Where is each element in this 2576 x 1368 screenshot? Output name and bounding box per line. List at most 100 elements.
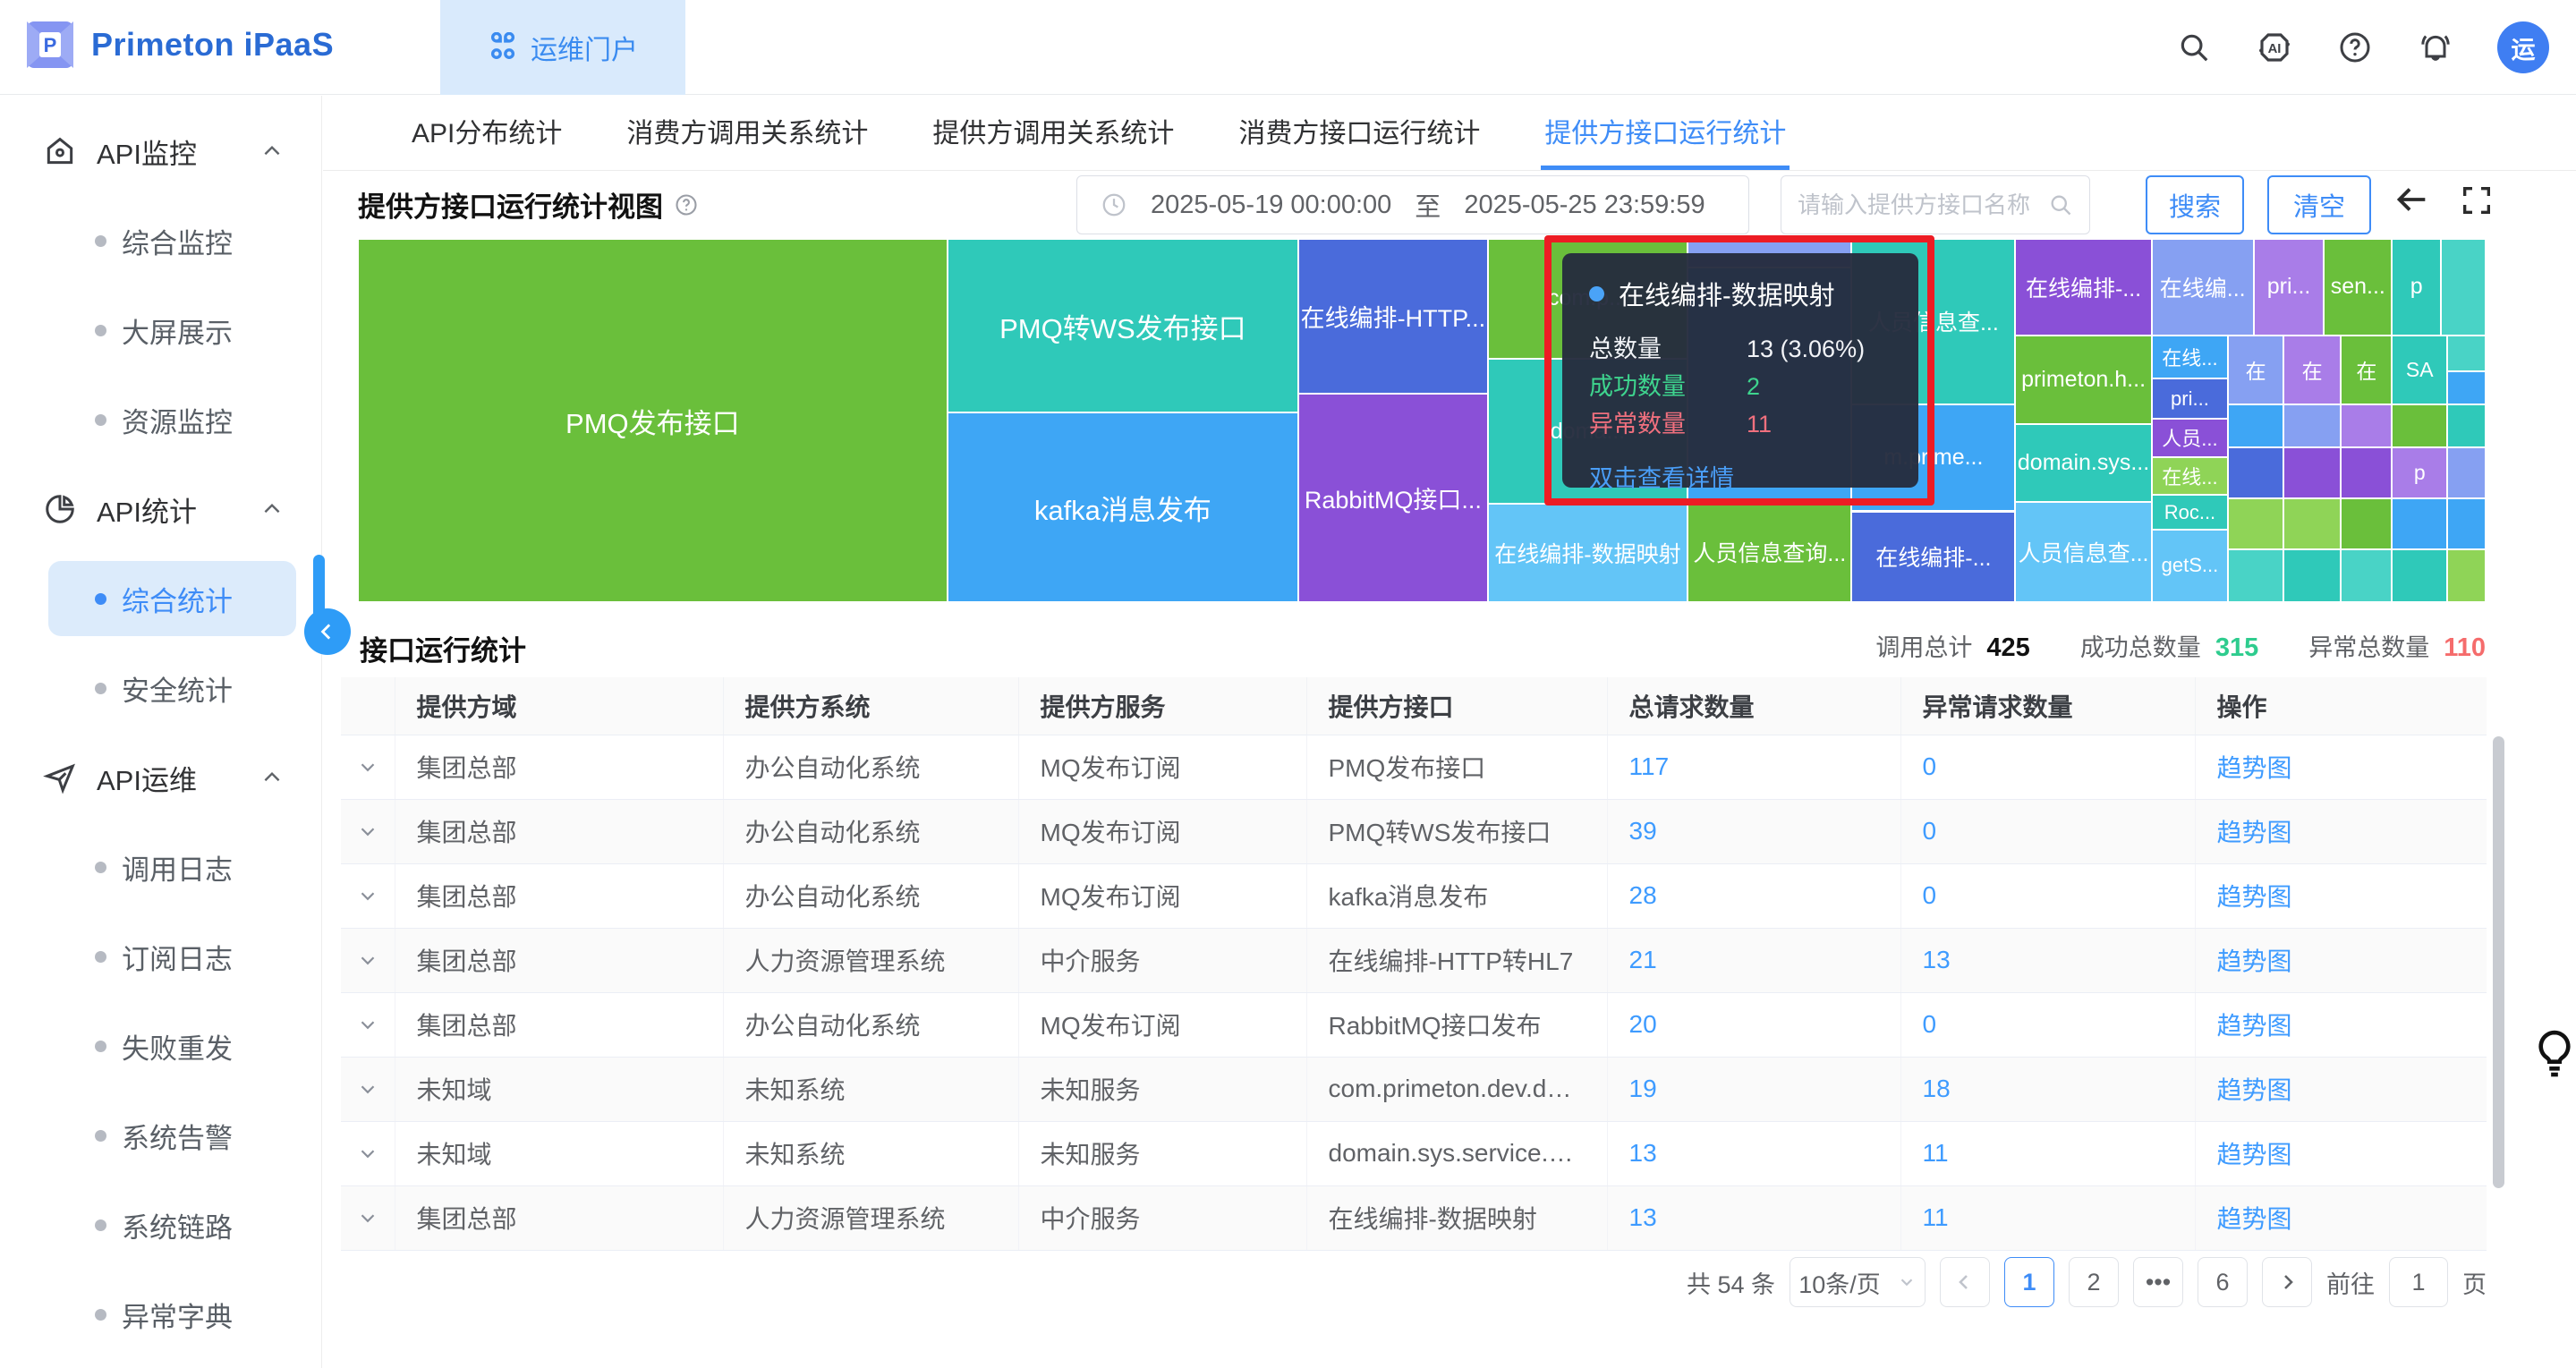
row-expand-toggle[interactable] xyxy=(341,799,395,863)
row-expand-toggle[interactable] xyxy=(341,1121,395,1185)
treemap-cell[interactable] xyxy=(2447,498,2486,549)
help-icon[interactable] xyxy=(2336,29,2374,66)
lightbulb-icon[interactable] xyxy=(2534,1027,2575,1083)
trend-chart-link[interactable]: 趋势图 xyxy=(2195,863,2487,928)
treemap-cell-在线编排-HTTP...[interactable]: 在线编排-HTTP... xyxy=(1298,239,1488,394)
treemap-cell-getS...[interactable]: getS... xyxy=(2152,530,2229,602)
sidebar-item-综合统计[interactable]: 综合统计 xyxy=(0,554,321,643)
treemap-cell[interactable] xyxy=(2392,549,2447,602)
trend-chart-link[interactable]: 趋势图 xyxy=(2195,1057,2487,1121)
treemap-cell-在线编排-...[interactable]: 在线编排-... xyxy=(1851,512,2015,603)
page-ellipsis[interactable]: ••• xyxy=(2133,1257,2183,1307)
user-avatar[interactable]: 运 xyxy=(2497,21,2549,73)
row-expand-toggle[interactable] xyxy=(341,735,395,799)
next-page-button[interactable] xyxy=(2262,1257,2312,1307)
treemap-cell-RabbitMQ接口...[interactable]: RabbitMQ接口... xyxy=(1298,394,1488,602)
interface-search-field[interactable] xyxy=(1781,175,2090,234)
trend-chart-link[interactable]: 趋势图 xyxy=(2195,1185,2487,1250)
ai-assistant-icon[interactable]: AI xyxy=(2256,29,2293,66)
row-expand-toggle[interactable] xyxy=(341,863,395,928)
provider-interface-treemap[interactable]: PMQ发布接口PMQ转WS发布接口kafka消息发布在线编排-HTTP...Ra… xyxy=(358,239,2486,602)
treemap-cell[interactable] xyxy=(2447,371,2486,404)
total-requests-link[interactable]: 13 xyxy=(1607,1121,1900,1185)
treemap-cell[interactable] xyxy=(2447,549,2486,602)
treemap-cell[interactable] xyxy=(2228,447,2283,498)
treemap-cell[interactable] xyxy=(2228,404,2283,448)
treemap-cell-人员信息查...[interactable]: 人员信息查... xyxy=(2015,502,2151,602)
treemap-cell-PMQ发布接口[interactable]: PMQ发布接口 xyxy=(358,239,948,602)
treemap-cell[interactable] xyxy=(2283,498,2341,549)
total-requests-link[interactable]: 28 xyxy=(1607,863,1900,928)
treemap-cell-p[interactable]: p xyxy=(2392,239,2441,336)
treemap-cell-在[interactable]: 在 xyxy=(2228,336,2283,404)
tab-API分布统计[interactable]: API分布统计 xyxy=(408,96,565,170)
trend-chart-link[interactable]: 趋势图 xyxy=(2195,799,2487,863)
treemap-cell-kafka消息发布[interactable]: kafka消息发布 xyxy=(948,412,1298,602)
sidebar-item-调用日志[interactable]: 调用日志 xyxy=(0,822,321,912)
treemap-cell-p[interactable]: p xyxy=(2392,447,2447,498)
goto-page-input[interactable]: 1 xyxy=(2389,1257,2448,1307)
search-button[interactable]: 搜索 xyxy=(2146,175,2244,234)
fullscreen-icon[interactable] xyxy=(2459,183,2495,218)
treemap-cell[interactable] xyxy=(2283,404,2341,448)
treemap-cell[interactable] xyxy=(2283,447,2341,498)
total-requests-link[interactable]: 19 xyxy=(1607,1057,1900,1121)
treemap-cell[interactable] xyxy=(2283,549,2341,602)
treemap-cell-sen...[interactable]: sen... xyxy=(2324,239,2392,336)
treemap-cell[interactable] xyxy=(2228,498,2283,549)
treemap-cell-在[interactable]: 在 xyxy=(2283,336,2341,404)
page-button-2[interactable]: 2 xyxy=(2069,1257,2119,1307)
sidebar-item-安全统计[interactable]: 安全统计 xyxy=(0,643,321,733)
clear-button[interactable]: 清空 xyxy=(2267,175,2371,234)
table-scrollbar-thumb[interactable] xyxy=(2493,736,2504,1188)
trend-chart-link[interactable]: 趋势图 xyxy=(2195,735,2487,799)
sidebar-item-订阅日志[interactable]: 订阅日志 xyxy=(0,912,321,1001)
date-start-value[interactable]: 2025-05-19 00:00:00 xyxy=(1151,191,1391,220)
error-requests-link[interactable]: 0 xyxy=(1900,735,2195,799)
treemap-cell-在线编排-...[interactable]: 在线编排-... xyxy=(2015,239,2151,336)
date-range-picker[interactable]: 2025-05-19 00:00:00 至 2025-05-25 23:59:5… xyxy=(1076,175,1749,234)
total-requests-link[interactable]: 20 xyxy=(1607,992,1900,1057)
treemap-cell[interactable] xyxy=(2447,404,2486,448)
total-requests-link[interactable]: 21 xyxy=(1607,928,1900,992)
row-expand-toggle[interactable] xyxy=(341,992,395,1057)
treemap-cell-在线编排-数据映射[interactable]: 在线编排-数据映射 xyxy=(1488,504,1688,602)
trend-chart-link[interactable]: 趋势图 xyxy=(2195,1121,2487,1185)
title-help-icon[interactable] xyxy=(674,192,699,217)
total-requests-link[interactable]: 39 xyxy=(1607,799,1900,863)
treemap-cell[interactable] xyxy=(2341,404,2392,448)
sidebar-item-综合监控[interactable]: 综合监控 xyxy=(0,196,321,285)
sidebar-group-API统计[interactable]: API统计 xyxy=(0,464,321,554)
tab-消费方调用关系统计[interactable]: 消费方调用关系统计 xyxy=(623,96,871,170)
page-button-6[interactable]: 6 xyxy=(2198,1257,2248,1307)
page-button-1[interactable]: 1 xyxy=(2004,1257,2054,1307)
treemap-cell-pri...[interactable]: pri... xyxy=(2254,239,2324,336)
treemap-cell[interactable] xyxy=(2341,549,2392,602)
row-expand-toggle[interactable] xyxy=(341,928,395,992)
back-arrow-icon[interactable] xyxy=(2391,179,2432,220)
sidebar-item-失败重发[interactable]: 失败重发 xyxy=(0,1001,321,1091)
treemap-cell-在线编...[interactable]: 在线编... xyxy=(2152,239,2254,336)
notification-bell-icon[interactable] xyxy=(2417,29,2454,66)
treemap-cell[interactable] xyxy=(2392,404,2447,448)
treemap-cell-domain.sys...[interactable]: domain.sys... xyxy=(2015,424,2151,502)
treemap-cell-pri...[interactable]: pri... xyxy=(2152,378,2229,419)
treemap-cell-在[interactable]: 在 xyxy=(2341,336,2392,404)
tooltip-detail-link[interactable]: 双击查看详情 xyxy=(1589,459,1892,494)
trend-chart-link[interactable]: 趋势图 xyxy=(2195,928,2487,992)
sidebar-item-大屏展示[interactable]: 大屏展示 xyxy=(0,285,321,375)
treemap-cell-人员信息查询...[interactable]: 人员信息查询... xyxy=(1688,502,1851,602)
trend-chart-link[interactable]: 趋势图 xyxy=(2195,992,2487,1057)
tab-提供方接口运行统计[interactable]: 提供方接口运行统计 xyxy=(1541,96,1790,170)
treemap-cell-在线...[interactable]: 在线... xyxy=(2152,336,2229,379)
portal-tab-ops[interactable]: 运维门户 xyxy=(440,0,685,95)
treemap-cell-Roc...[interactable]: Roc... xyxy=(2152,495,2229,530)
row-expand-toggle[interactable] xyxy=(341,1185,395,1250)
treemap-cell[interactable] xyxy=(2228,549,2283,602)
prev-page-button[interactable] xyxy=(1940,1257,1990,1307)
error-requests-link[interactable]: 11 xyxy=(1900,1185,2195,1250)
date-end-value[interactable]: 2025-05-25 23:59:59 xyxy=(1464,191,1705,220)
error-requests-link[interactable]: 0 xyxy=(1900,863,2195,928)
treemap-cell-在线...[interactable]: 在线... xyxy=(2152,457,2229,496)
error-requests-link[interactable]: 0 xyxy=(1900,799,2195,863)
